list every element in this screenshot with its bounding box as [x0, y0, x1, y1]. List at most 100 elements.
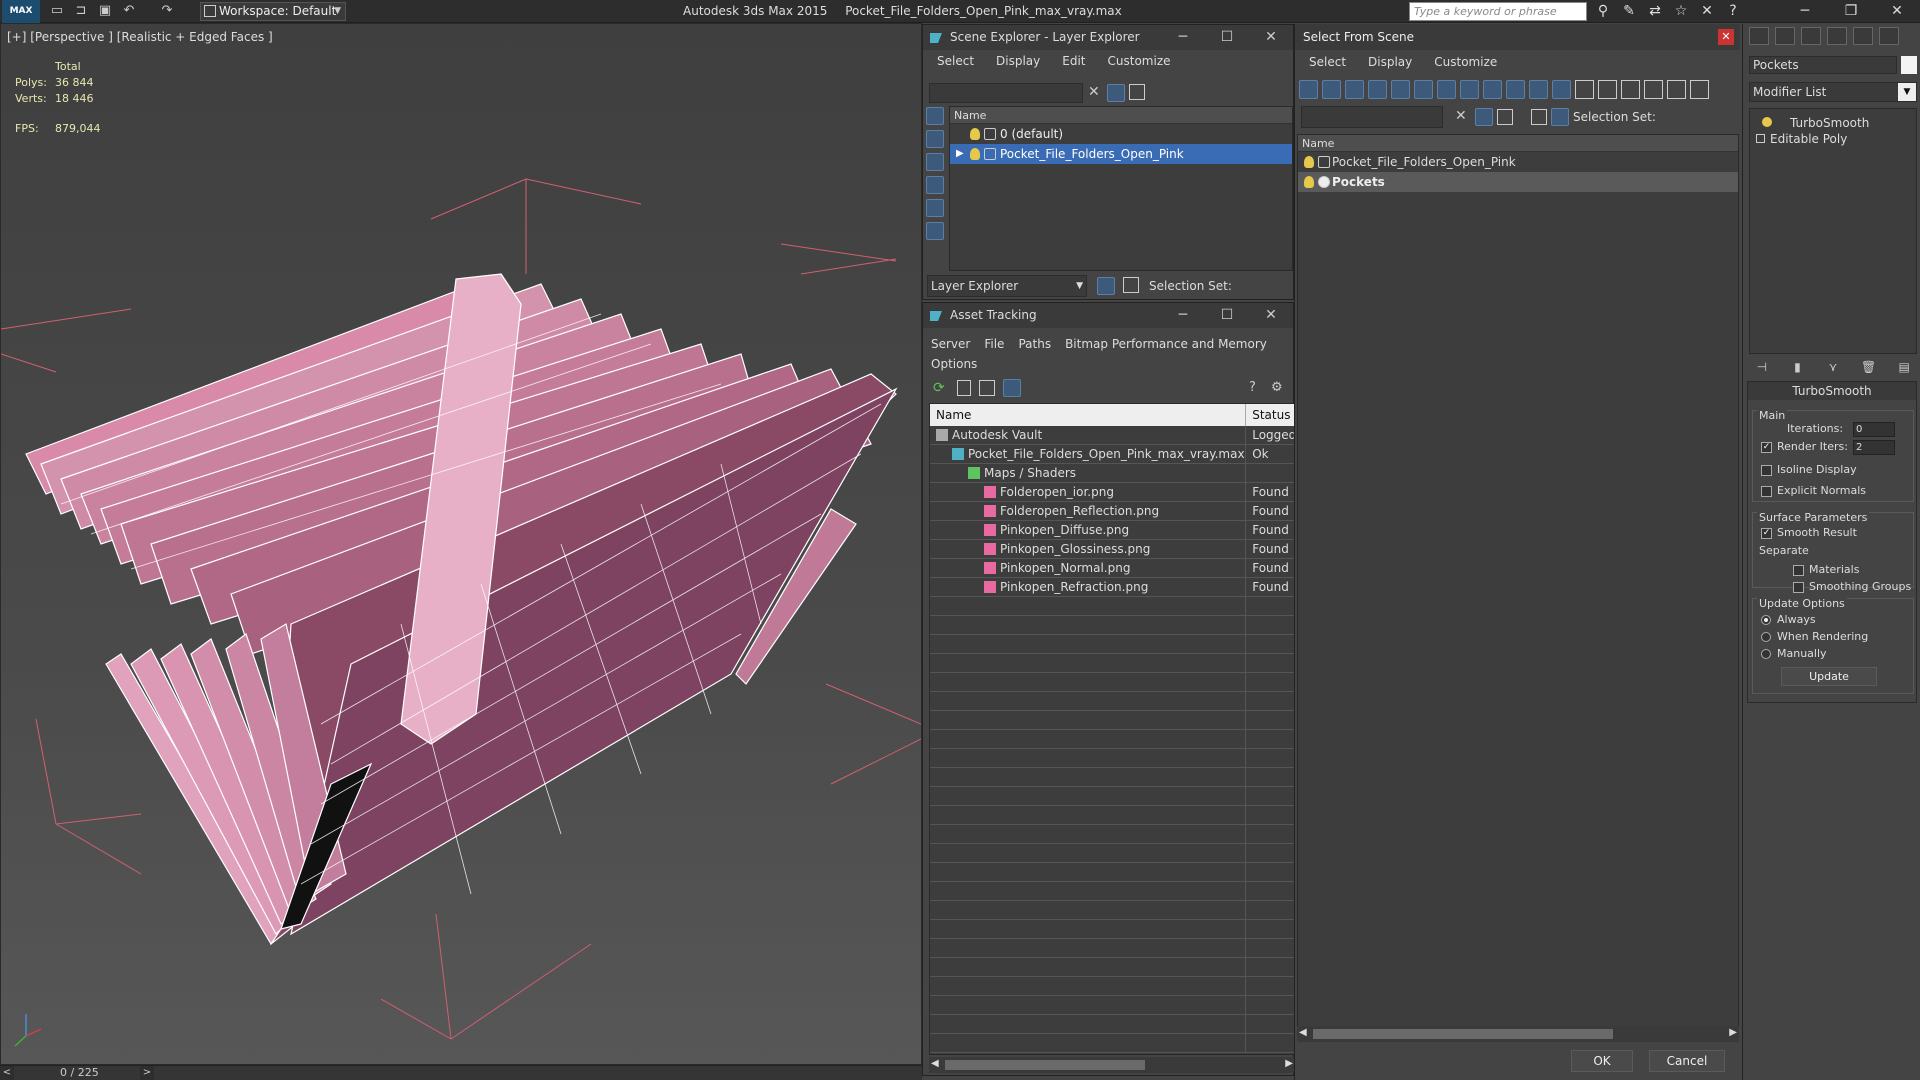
menu-file[interactable]: File [984, 334, 1004, 354]
scroll-left-icon[interactable]: ◀ [1299, 1027, 1307, 1038]
undo-icon[interactable]: ↶ [120, 3, 138, 19]
display-geometry-icon[interactable] [926, 107, 944, 125]
layers-toggle-icon[interactable] [1531, 109, 1547, 125]
table-row[interactable] [930, 673, 1294, 692]
table-row[interactable]: Pinkopen_Diffuse.png Found [930, 521, 1294, 540]
ok-button[interactable]: OK [1571, 1050, 1633, 1072]
collapse-icon[interactable] [1690, 80, 1709, 99]
bulb-icon[interactable] [970, 128, 980, 140]
viewport-label[interactable]: [+] [Perspective ] [Realistic + Edged Fa… [7, 30, 273, 44]
table-row[interactable] [930, 996, 1294, 1015]
maximize-icon[interactable]: ☐ [1205, 303, 1249, 328]
table-row[interactable] [930, 1034, 1294, 1053]
render-iters-spinner[interactable]: 2 [1853, 440, 1895, 455]
horizontal-scrollbar[interactable]: ◀ ▶ [929, 1057, 1295, 1073]
star-icon[interactable]: ☆ [1670, 2, 1692, 21]
close-icon[interactable]: ✕ [1718, 29, 1734, 45]
update-manually-radio[interactable] [1761, 649, 1771, 659]
close-icon[interactable]: ✕ [1249, 303, 1293, 328]
menu-server[interactable]: Server [931, 334, 970, 354]
stack-item-turbosmooth[interactable]: TurboSmooth [1750, 115, 1916, 131]
table-row[interactable] [930, 654, 1294, 673]
pin-stack-icon[interactable]: ⊣ [1754, 360, 1770, 376]
display-spacewarps-icon[interactable] [926, 222, 944, 240]
explicit-normals-checkbox[interactable] [1761, 486, 1772, 497]
table-row[interactable] [930, 806, 1294, 825]
menu-customize[interactable]: Customize [1434, 50, 1497, 74]
menu-display[interactable]: Display [1368, 50, 1412, 74]
clear-filter-icon[interactable]: ✕ [1088, 84, 1100, 100]
bulb-icon[interactable] [1304, 156, 1314, 168]
thumbnail-view-icon[interactable] [979, 380, 995, 396]
scroll-left-icon[interactable]: ◀ [931, 1058, 939, 1069]
next-frame-button[interactable]: > [140, 1066, 154, 1080]
object-row[interactable]: Pocket_File_Folders_Open_Pink [1298, 152, 1738, 172]
layers-icon[interactable] [1497, 109, 1513, 125]
scene-filter-input[interactable] [929, 83, 1083, 103]
table-row[interactable]: Autodesk Vault Logged [930, 426, 1294, 445]
display-spacewarps-icon[interactable] [1414, 80, 1433, 99]
search-input[interactable]: Type a keyword or phrase [1409, 2, 1587, 21]
table-row[interactable] [930, 939, 1294, 958]
menu-options[interactable]: Options [931, 354, 977, 374]
update-button[interactable]: Update [1781, 667, 1877, 686]
stack-item-editable-poly[interactable]: Editable Poly [1750, 131, 1916, 147]
display-geometry-icon[interactable] [1299, 80, 1318, 99]
display-hidden-icon[interactable] [1552, 80, 1571, 99]
time-slider[interactable]: < 0 / 225 > [0, 1065, 922, 1080]
table-row[interactable]: Pinkopen_Refraction.png Found [930, 578, 1294, 597]
table-row[interactable] [930, 749, 1294, 768]
display-helpers-icon[interactable] [1391, 80, 1410, 99]
tab-hierarchy[interactable] [1801, 27, 1821, 45]
object-row-selected[interactable]: Pockets [1298, 172, 1738, 192]
menu-display[interactable]: Display [996, 50, 1040, 72]
table-row[interactable] [930, 920, 1294, 939]
scene-explorer-titlebar[interactable]: Scene Explorer - Layer Explorer ─ ☐ ✕ [923, 25, 1293, 50]
expand-box-icon[interactable] [1756, 134, 1765, 143]
iterations-spinner[interactable]: 0 [1853, 422, 1895, 437]
tab-motion[interactable] [1827, 27, 1847, 45]
hierarchy-icon[interactable] [1551, 108, 1569, 126]
display-lights-icon[interactable] [926, 153, 944, 171]
bulb-icon[interactable] [1762, 117, 1772, 127]
table-row[interactable]: Folderopen_Reflection.png Found [930, 502, 1294, 521]
binoculars-icon[interactable]: ⚲ [1592, 2, 1614, 21]
display-frozen-icon[interactable] [1529, 80, 1548, 99]
menu-paths[interactable]: Paths [1018, 334, 1051, 354]
menu-bitmap-performance[interactable]: Bitmap Performance and Memory [1065, 334, 1267, 354]
scroll-thumb[interactable] [1313, 1029, 1613, 1039]
select-invert-icon[interactable] [1621, 80, 1640, 99]
table-view-icon[interactable] [1003, 379, 1021, 397]
table-row[interactable] [930, 825, 1294, 844]
explorer-mode-dropdown[interactable]: Layer Explorer ▼ [927, 275, 1087, 297]
tab-utilities[interactable] [1879, 27, 1899, 45]
maximize-icon[interactable]: ☐ [1205, 25, 1249, 50]
menu-edit[interactable]: Edit [1062, 50, 1085, 72]
close-icon[interactable]: ✕ [1874, 0, 1920, 23]
column-header-name[interactable]: Name [930, 404, 1247, 426]
smooth-result-checkbox[interactable]: ✓ [1761, 528, 1772, 539]
hierarchy-filter-icon[interactable] [1667, 80, 1686, 99]
object-name-field[interactable]: Pockets [1749, 56, 1897, 74]
update-always-radio[interactable] [1761, 615, 1771, 625]
tab-modify[interactable] [1775, 27, 1795, 45]
display-lights-icon[interactable] [1345, 80, 1364, 99]
table-row[interactable] [930, 1015, 1294, 1034]
new-file-icon[interactable]: ▭ [48, 3, 66, 19]
expand-arrow-icon[interactable]: ▶ [956, 144, 964, 164]
bulb-icon[interactable] [1304, 176, 1314, 188]
minimize-icon[interactable]: ─ [1161, 303, 1205, 328]
table-row[interactable]: Pocket_File_Folders_Open_Pink_max_vray.m… [930, 445, 1294, 464]
table-row[interactable] [930, 711, 1294, 730]
make-unique-icon[interactable]: ⋎ [1825, 360, 1841, 376]
table-row[interactable] [930, 844, 1294, 863]
scroll-right-icon[interactable]: ▶ [1729, 1027, 1737, 1038]
menu-select[interactable]: Select [937, 50, 974, 72]
hierarchy-icon[interactable] [1123, 277, 1139, 293]
table-row[interactable]: Pinkopen_Normal.png Found [930, 559, 1294, 578]
display-shapes-icon[interactable] [1322, 80, 1341, 99]
table-row[interactable] [930, 768, 1294, 787]
perspective-viewport[interactable]: [+] [Perspective ] [Realistic + Edged Fa… [0, 23, 922, 1065]
select-from-scene-titlebar[interactable]: Select From Scene ✕ [1295, 24, 1740, 50]
table-row[interactable]: Folderopen_ior.png Found [930, 483, 1294, 502]
